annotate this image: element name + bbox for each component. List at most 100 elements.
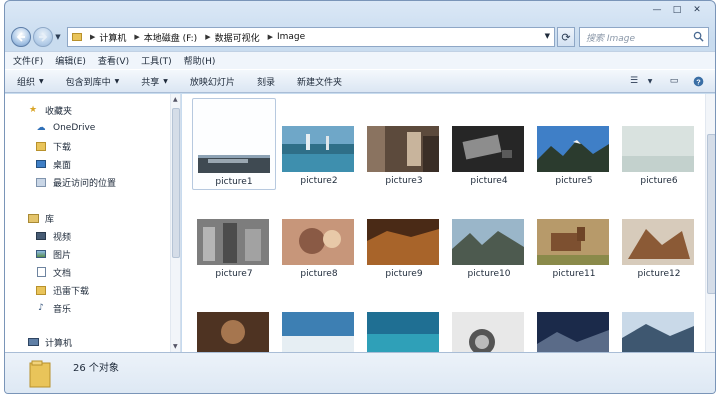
nav-item-desktop[interactable]: 桌面: [35, 156, 71, 172]
search-input[interactable]: 搜索 Image: [579, 27, 709, 47]
share-button[interactable]: 共享 ▼: [141, 75, 168, 88]
file-tile[interactable]: picture1: [192, 98, 276, 190]
chevron-down-icon: ▼: [39, 77, 44, 85]
nav-computer[interactable]: 计算机: [27, 334, 72, 350]
nav-item-music[interactable]: ♪ 音乐: [35, 300, 71, 316]
file-tile[interactable]: picture3: [362, 98, 446, 190]
address-row: ▼ ▶ 计算机 ▶ 本地磁盘 (F:) ▶ 数据可视化 ▶ Image ▼ ⟳ …: [11, 25, 709, 49]
address-dropdown-icon[interactable]: ▼: [545, 32, 550, 40]
image-thumbnail: [282, 312, 354, 352]
file-tile[interactable]: picture12: [617, 191, 701, 283]
nav-item-onedrive[interactable]: ☁ OneDrive: [35, 120, 96, 136]
file-tile[interactable]: [192, 284, 276, 352]
view-controls: ☰ ▼ ▭ ?: [617, 75, 705, 87]
file-tile[interactable]: picture10: [447, 191, 531, 283]
chevron-down-icon[interactable]: ▼: [643, 75, 657, 87]
breadcrumb-current[interactable]: Image: [277, 32, 305, 42]
minimize-button[interactable]: —: [647, 3, 667, 16]
file-tile[interactable]: [362, 284, 446, 352]
details-pane: 26 个对象: [5, 352, 715, 393]
file-name: picture6: [640, 176, 678, 186]
document-icon: [35, 267, 47, 277]
back-button[interactable]: [11, 27, 31, 47]
file-tile[interactable]: [277, 284, 361, 352]
burn-button[interactable]: 刻录: [257, 75, 275, 88]
image-thumbnail: [452, 126, 524, 172]
nav-item-recent[interactable]: 最近访问的位置: [35, 174, 116, 190]
search-icon[interactable]: [693, 31, 704, 42]
nav-item-label: 下载: [53, 142, 72, 153]
file-tile[interactable]: picture4: [447, 98, 531, 190]
menu-help[interactable]: 帮助(H): [184, 54, 216, 67]
folder-icon: [72, 33, 82, 41]
scroll-down-icon[interactable]: ▼: [173, 343, 178, 350]
new-folder-button[interactable]: 新建文件夹: [297, 75, 342, 88]
file-tile[interactable]: picture5: [532, 98, 616, 190]
file-tile[interactable]: picture6: [617, 98, 701, 190]
organize-button[interactable]: 组织 ▼: [17, 75, 44, 88]
refresh-button[interactable]: ⟳: [557, 27, 575, 47]
image-thumbnail: [537, 126, 609, 172]
nav-item-label: 迅雷下载: [53, 286, 90, 297]
maximize-button[interactable]: □: [667, 3, 687, 16]
recent-pages-dropdown[interactable]: ▼: [53, 33, 63, 41]
nav-item-videos[interactable]: 视频: [35, 228, 71, 244]
chevron-right-icon[interactable]: ▶: [134, 33, 139, 41]
nav-item-label: 视频: [53, 232, 72, 243]
image-thumbnail: [537, 219, 609, 265]
help-icon[interactable]: ?: [691, 75, 705, 87]
svg-text:?: ?: [696, 77, 701, 86]
nav-item-thunder-downloads[interactable]: 迅雷下载: [35, 282, 89, 298]
picture-icon: [35, 249, 47, 259]
menu-file[interactable]: 文件(F): [13, 54, 43, 67]
slideshow-button[interactable]: 放映幻灯片: [190, 75, 235, 88]
image-thumbnail: [282, 126, 354, 172]
breadcrumb-folder[interactable]: 数据可视化: [215, 31, 260, 44]
file-tile[interactable]: [447, 284, 531, 352]
folder-icon: [29, 360, 51, 388]
file-tile[interactable]: picture9: [362, 191, 446, 283]
nav-library[interactable]: 库: [27, 210, 54, 226]
file-tile[interactable]: picture2: [277, 98, 361, 190]
chevron-right-icon[interactable]: ▶: [205, 33, 210, 41]
change-view-icon[interactable]: ☰: [627, 75, 641, 87]
preview-pane-icon[interactable]: ▭: [667, 75, 681, 87]
breadcrumb-computer[interactable]: 计算机: [99, 31, 126, 44]
nav-scrollbar[interactable]: ▲ ▼: [170, 94, 180, 352]
close-button[interactable]: ✕: [687, 3, 707, 16]
menu-tools[interactable]: 工具(T): [141, 54, 172, 67]
nav-item-downloads[interactable]: 下载: [35, 138, 71, 154]
arrow-right-icon: [39, 32, 48, 42]
address-bar[interactable]: ▶ 计算机 ▶ 本地磁盘 (F:) ▶ 数据可视化 ▶ Image ▼: [67, 27, 555, 47]
include-in-library-button[interactable]: 包含到库中 ▼: [66, 75, 120, 88]
file-tile[interactable]: [617, 284, 701, 352]
nav-favorites[interactable]: ★ 收藏夹: [27, 102, 72, 118]
chevron-right-icon[interactable]: ▶: [268, 33, 273, 41]
organize-label: 组织: [17, 77, 36, 88]
nav-item-pictures[interactable]: 图片: [35, 246, 71, 262]
breadcrumb-drive[interactable]: 本地磁盘 (F:): [144, 31, 197, 44]
computer-icon: [27, 337, 39, 347]
forward-button[interactable]: [33, 27, 53, 47]
image-thumbnail: [622, 312, 694, 352]
chevron-down-icon: ▼: [114, 77, 120, 85]
file-name: picture12: [637, 269, 681, 279]
file-name: picture8: [300, 269, 338, 279]
content-scroll-thumb[interactable]: [707, 134, 715, 294]
image-thumbnail: [367, 219, 439, 265]
file-name: picture5: [555, 176, 593, 186]
image-thumbnail: [367, 126, 439, 172]
content-scrollbar[interactable]: [705, 94, 715, 352]
file-tile[interactable]: picture11: [532, 191, 616, 283]
nav-item-documents[interactable]: 文档: [35, 264, 71, 280]
menu-view[interactable]: 查看(V): [98, 54, 129, 67]
file-tile[interactable]: picture7: [192, 191, 276, 283]
scroll-up-icon[interactable]: ▲: [173, 96, 178, 103]
file-tile[interactable]: picture8: [277, 191, 361, 283]
nav-scroll-thumb[interactable]: [172, 108, 180, 258]
file-tile[interactable]: [532, 284, 616, 352]
file-name: picture2: [300, 176, 338, 186]
music-note-icon: ♪: [38, 303, 44, 313]
explorer-window: — □ ✕ ▼ ▶ 计算机 ▶ 本地磁盘 (F:) ▶ 数据可视化 ▶ Imag…: [4, 0, 716, 394]
menu-edit[interactable]: 编辑(E): [55, 54, 86, 67]
